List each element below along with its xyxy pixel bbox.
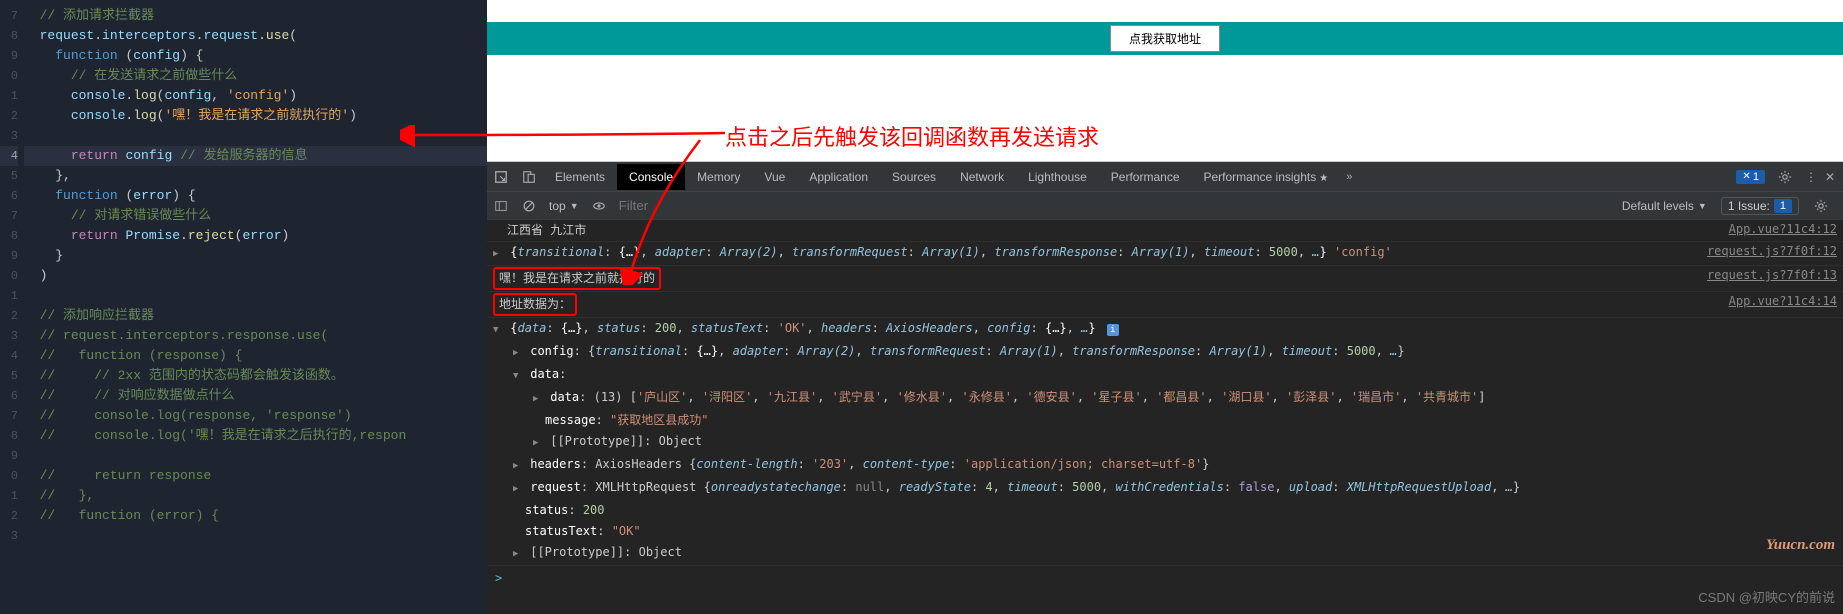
tab-memory[interactable]: Memory [685,164,752,190]
get-address-button[interactable]: 点我获取地址 [1110,25,1220,52]
console-output[interactable]: 江西省 九江市App.vue?11c4:12 {transitional: {…… [487,220,1843,614]
obj-property[interactable]: config: {transitional: {…}, adapter: Arr… [493,341,1837,364]
csdn-watermark: CSDN @初映CY的前说 [1698,587,1835,606]
obj-property: message: "获取地区县成功" [493,410,1837,431]
devtools-tabbar: ElementsConsoleMemoryVueApplicationSourc… [487,162,1843,192]
tab-performance-insights[interactable]: Performance insights [1192,164,1341,190]
sidebar-toggle-icon[interactable] [487,193,515,219]
highlighted-log: 地址数据为： [493,293,577,316]
code-content[interactable]: // 添加请求拦截器 request.interceptors.request.… [24,0,487,614]
console-prompt[interactable]: > [487,566,1843,591]
filter-input[interactable] [613,195,802,216]
log-entry-object[interactable]: {data: {…}, status: 200, statusText: 'OK… [493,318,1837,341]
issues-badge[interactable]: 1 Issue: 1 [1721,197,1799,215]
tab-lighthouse[interactable]: Lighthouse [1016,164,1099,190]
log-source-link[interactable]: App.vue?11c4:14 [1719,292,1837,317]
tab-network[interactable]: Network [948,164,1016,190]
tab-console[interactable]: Console [617,164,685,190]
tab-elements[interactable]: Elements [543,164,617,190]
obj-prototype[interactable]: [[Prototype]]: Object [493,542,1837,565]
line-gutter: 789012345678901234567890123 [0,0,24,614]
tab-performance[interactable]: Performance [1099,164,1192,190]
clear-console-icon[interactable] [515,193,543,219]
log-entry: 地址数据为： [493,292,1719,317]
obj-prototype[interactable]: [[Prototype]]: Object [493,431,1837,454]
highlighted-log: 嘿！我是在请求之前就执行的 [493,267,661,290]
live-expression-icon[interactable] [585,193,613,219]
code-editor-pane: 789012345678901234567890123 // 添加请求拦截器 r… [0,0,487,614]
gear-icon[interactable] [1771,163,1799,191]
device-toggle-icon[interactable] [515,163,543,191]
log-entry[interactable]: {transitional: {…}, adapter: Array(2), t… [493,242,1697,265]
context-selector[interactable]: top ▼ [543,199,585,213]
action-bar: 点我获取地址 [487,22,1843,55]
log-entry: 嘿！我是在请求之前就执行的 [493,266,1697,291]
more-icon[interactable]: ⋮ [1805,170,1819,184]
right-pane: 点我获取地址 ElementsConsoleMemoryVueApplicati… [487,0,1843,614]
browser-preview: 点我获取地址 [487,0,1843,162]
watermark: Yuucn.com [1766,537,1835,554]
devtools-panel: ElementsConsoleMemoryVueApplicationSourc… [487,162,1843,614]
more-tabs-icon[interactable]: » [1340,171,1358,183]
obj-property: statusText: "OK" [493,521,1837,542]
close-devtools-icon[interactable]: ✕ [1825,170,1835,184]
log-levels-selector[interactable]: Default levels ▼ [1616,199,1713,213]
annotation-text: 点击之后先触发该回调函数再发送请求 [725,120,1099,152]
obj-property: status: 200 [493,500,1837,521]
log-source-link[interactable]: request.js?7f0f:13 [1697,266,1837,291]
obj-property[interactable]: data: [493,364,1837,387]
log-source-link[interactable]: App.vue?11c4:12 [1719,220,1837,241]
console-settings-icon[interactable] [1807,193,1835,219]
inspect-icon[interactable] [487,163,515,191]
error-count-badge[interactable]: ✕1 [1736,170,1765,184]
log-source-link[interactable]: request.js?7f0f:12 [1697,242,1837,265]
tab-vue[interactable]: Vue [752,164,797,190]
obj-property[interactable]: data: (13) ['庐山区', '浔阳区', '九江县', '武宁县', … [493,387,1837,410]
log-entry: 江西省 九江市 [493,220,1719,241]
obj-property[interactable]: headers: AxiosHeaders {content-length: '… [493,454,1837,477]
console-toolbar: top ▼ Default levels ▼ 1 Issue: 1 [487,192,1843,220]
tab-application[interactable]: Application [797,164,880,190]
tab-sources[interactable]: Sources [880,164,948,190]
obj-property[interactable]: request: XMLHttpRequest {onreadystatecha… [493,477,1837,500]
